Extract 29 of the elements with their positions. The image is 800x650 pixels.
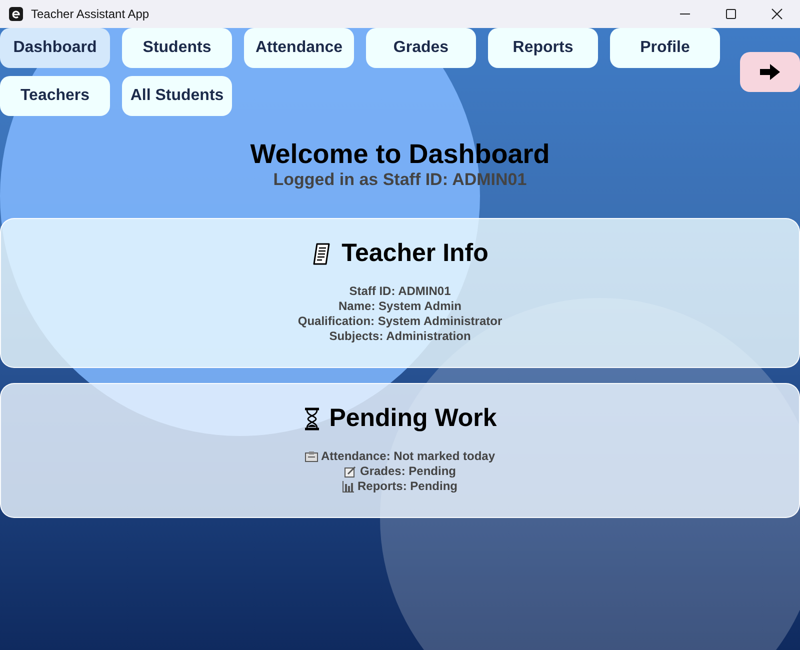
window-title: Teacher Assistant App [31, 7, 150, 21]
pending-line: Grades: Pending [360, 464, 456, 479]
nav-tab[interactable]: All Students [122, 76, 232, 116]
close-icon[interactable] [771, 8, 783, 20]
nav-tab[interactable]: Dashboard [0, 28, 110, 68]
logout-button[interactable] [740, 52, 800, 92]
nav-tab[interactable]: Attendance [244, 28, 354, 68]
nav-tab[interactable]: Grades [366, 28, 476, 68]
arrow-icon [759, 63, 781, 81]
card-title: Teacher Info [342, 239, 488, 268]
pending-line: Reports: Pending [357, 479, 458, 494]
info-line: Name: System Admin [338, 299, 462, 314]
info-line: Qualification: System Administrator [298, 314, 502, 329]
hourglass-icon [303, 406, 322, 430]
bar-chart-icon [342, 480, 354, 492]
card-title: Pending Work [329, 404, 497, 433]
info-line: Staff ID: ADMIN01 [349, 284, 451, 299]
nav-tab[interactable]: Profile [610, 28, 720, 68]
nav-tab[interactable]: Teachers [0, 76, 110, 116]
login-subheading: Logged in as Staff ID: ADMIN01 [272, 170, 528, 190]
nav-tab[interactable]: Students [122, 28, 232, 68]
memo-icon [344, 466, 357, 478]
maximize-icon[interactable] [725, 8, 737, 20]
nav-tab[interactable]: Reports [488, 28, 598, 68]
info-line: Subjects: Administration [329, 329, 471, 344]
clipboard-icon [304, 451, 318, 462]
page-heading: Welcome to Dashboard [249, 138, 551, 170]
pending-line: Attendance: Not marked today [320, 449, 496, 464]
app-icon [9, 7, 23, 21]
